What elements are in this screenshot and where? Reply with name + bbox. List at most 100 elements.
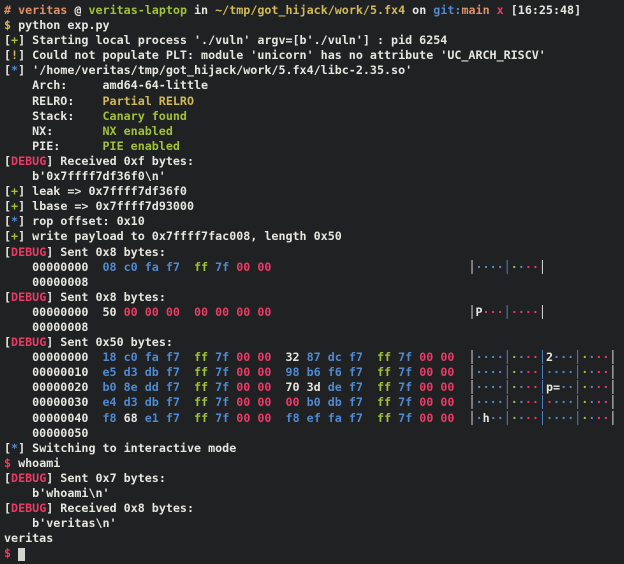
text-segment: │	[469, 365, 476, 379]
text-segment: ] Received 0x8 bytes:	[46, 501, 194, 515]
text-segment: ·	[518, 380, 525, 394]
text-segment	[363, 365, 377, 379]
terminal-line-10: PIE: PIE enabled	[4, 139, 624, 154]
text-segment: ··	[525, 260, 539, 274]
text-segment: ·	[511, 411, 518, 425]
text-segment	[117, 411, 124, 425]
text-segment	[180, 365, 194, 379]
text-segment	[271, 395, 285, 409]
text-segment: 00000010	[4, 365, 103, 379]
text-segment	[180, 380, 194, 394]
text-segment: 00 00	[419, 395, 454, 409]
text-segment	[180, 411, 194, 425]
text-segment: ·	[518, 260, 525, 274]
text-segment: ~/tmp/got_hijack/work/5.fx4	[215, 3, 405, 17]
text-segment	[180, 305, 194, 319]
text-segment: 68	[124, 411, 138, 425]
text-segment: ff	[194, 350, 208, 364]
terminal-line-11: [DEBUG] Received 0xf bytes:	[4, 154, 624, 169]
text-segment: │	[539, 411, 546, 425]
text-segment: ····	[476, 350, 504, 364]
text-segment: 7f	[398, 365, 412, 379]
text-segment	[300, 350, 307, 364]
text-segment: ] leak => 0x7ffff7df36f0	[18, 184, 187, 198]
terminal-line-14: [+] lbase => 0x7ffff7d93000	[4, 199, 624, 214]
text-segment: │	[539, 380, 546, 394]
text-segment: ··	[525, 380, 539, 394]
text-segment: 7f	[215, 260, 229, 274]
terminal-line-20: [DEBUG] Sent 0x8 bytes:	[4, 290, 624, 305]
text-segment: DEBUG	[11, 154, 46, 168]
terminal-line-23: [DEBUG] Sent 0x50 bytes:	[4, 335, 624, 350]
text-segment: DEBUG	[11, 290, 46, 304]
text-segment: ··	[525, 350, 539, 364]
text-segment: e1 f7	[145, 411, 180, 425]
text-segment: DEBUG	[11, 471, 46, 485]
text-segment: b0 8e dd f7	[103, 380, 180, 394]
terminal-line-18: 00000000 08 c0 fa f7 ff 7f 00 00 │····│·…	[4, 260, 624, 275]
terminal-line-24: 00000000 18 c0 fa f7 ff 7f 00 00 32 87 d…	[4, 350, 624, 365]
text-segment: 00000008	[4, 320, 88, 334]
text-segment: ····	[476, 380, 504, 394]
text-segment: f8 ef fa f7	[286, 411, 363, 425]
text-segment: 7f	[215, 395, 229, 409]
text-segment: 00 00	[419, 350, 454, 364]
text-segment: ··	[490, 411, 504, 425]
text-segment: ] '/home/veritas/tmp/got_hijack/work/5.f…	[18, 63, 412, 77]
text-segment: │	[504, 365, 511, 379]
text-segment: 00000030	[4, 395, 103, 409]
terminal-line-35: b'veritas\n'	[4, 516, 624, 531]
text-segment: 00000040	[4, 411, 103, 425]
text-segment	[180, 395, 194, 409]
terminal-line-22: 00000008	[4, 320, 624, 335]
text-segment: b'whoami\n'	[4, 486, 110, 500]
text-segment: 00 00	[236, 365, 271, 379]
text-segment	[271, 350, 285, 364]
text-segment: 00 00	[236, 380, 271, 394]
text-segment: PIE enabled	[103, 139, 180, 153]
text-segment	[363, 395, 377, 409]
text-segment: Partial RELRO	[103, 94, 194, 108]
text-segment: │	[539, 395, 546, 409]
text-segment: 7f	[215, 350, 229, 364]
text-segment	[454, 365, 468, 379]
text-segment	[300, 395, 307, 409]
text-segment	[454, 411, 468, 425]
text-cursor	[18, 548, 25, 561]
terminal-line-7: RELRO: Partial RELRO	[4, 94, 624, 109]
text-segment: Arch: amd64-64-little	[4, 78, 208, 92]
text-segment: ff	[194, 365, 208, 379]
terminal-line-4: [!] Could not populate PLT: module 'unic…	[4, 48, 624, 63]
terminal[interactable]: # veritas @ veritas-laptop in ~/tmp/got_…	[0, 0, 624, 564]
text-segment	[271, 365, 285, 379]
text-segment: ····	[476, 260, 504, 274]
text-segment: ····	[476, 365, 504, 379]
text-segment	[180, 350, 194, 364]
text-segment: 08 c0 fa f7	[103, 260, 180, 274]
text-segment: ··	[595, 365, 609, 379]
text-segment	[363, 411, 377, 425]
text-segment: 7f	[398, 411, 412, 425]
text-segment: $	[4, 456, 11, 470]
text-segment: NX:	[4, 124, 103, 138]
text-segment: │	[504, 350, 511, 364]
text-segment: ····	[511, 305, 539, 319]
text-segment: 00000008	[4, 275, 88, 289]
terminal-line-30: [*] Switching to interactive mode	[4, 441, 624, 456]
text-segment: Canary found	[103, 109, 187, 123]
text-segment: veritas-laptop	[88, 3, 187, 17]
text-segment: 7f	[215, 380, 229, 394]
text-segment: │	[609, 365, 616, 379]
text-segment: h	[483, 411, 490, 425]
text-segment: 70 3d	[286, 380, 321, 394]
text-segment: ff	[194, 380, 208, 394]
text-segment: ] Could not populate PLT: module 'unicor…	[18, 48, 546, 62]
text-segment: 7f	[398, 395, 412, 409]
text-segment: ff	[194, 411, 208, 425]
text-segment	[271, 305, 468, 319]
text-segment: │	[539, 350, 546, 364]
text-segment: ] write payload to 0x7ffff7fac008, lengt…	[18, 229, 342, 243]
text-segment: │	[469, 411, 476, 425]
text-segment: │	[469, 380, 476, 394]
text-segment: [	[4, 48, 11, 62]
